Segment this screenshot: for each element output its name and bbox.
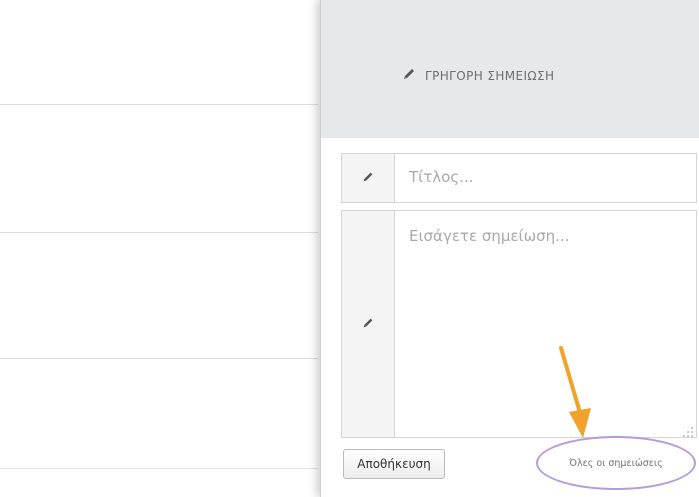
divider	[0, 358, 318, 359]
panel-header: ΓΡΗΓΟΡΗ ΣΗΜΕΙΩΣΗ	[321, 0, 699, 138]
save-button[interactable]: Αποθήκευση	[343, 449, 445, 479]
quick-note-panel: ΓΡΗΓΟΡΗ ΣΗΜΕΙΩΣΗ Τίτλος... Εισάγετε σημε…	[320, 0, 699, 497]
panel-title: ΓΡΗΓΟΡΗ ΣΗΜΕΙΩΣΗ	[401, 66, 554, 86]
note-body-textarea[interactable]	[395, 211, 694, 435]
pencil-icon	[361, 169, 375, 188]
all-notes-link[interactable]: Όλες οι σημειώσεις	[536, 436, 696, 490]
title-field-group	[341, 153, 697, 203]
divider	[0, 232, 318, 233]
pencil-icon	[401, 66, 417, 86]
background-content	[0, 0, 318, 497]
panel-title-text: ΓΡΗΓΟΡΗ ΣΗΜΕΙΩΣΗ	[425, 69, 555, 83]
note-field-group	[341, 210, 697, 438]
note-title-input[interactable]	[395, 154, 694, 200]
divider	[0, 104, 318, 105]
title-field-addon	[342, 154, 395, 202]
divider	[0, 468, 318, 469]
resize-grip-icon[interactable]	[682, 423, 694, 437]
annotation-arrow-icon	[559, 346, 591, 438]
pencil-icon	[361, 315, 375, 334]
note-field-addon	[342, 211, 395, 437]
